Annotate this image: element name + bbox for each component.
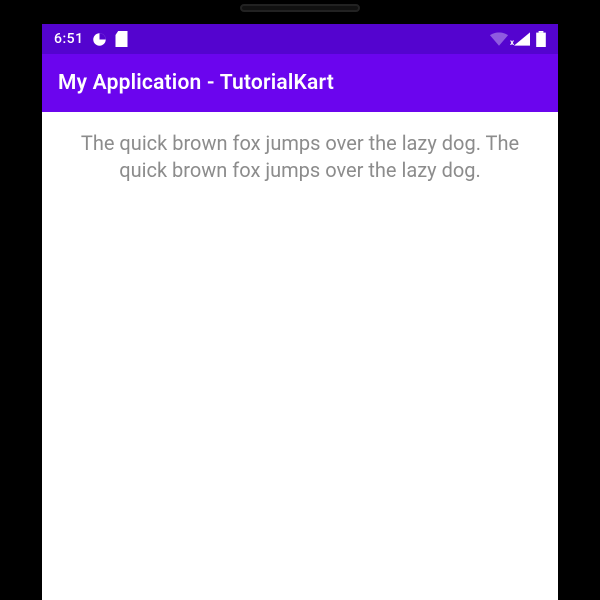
app-bar: My Application - TutorialKart — [42, 54, 558, 112]
status-left: 6:51 — [54, 31, 128, 47]
sd-card-icon — [115, 31, 128, 47]
body-text: The quick brown fox jumps over the lazy … — [64, 130, 536, 184]
content-area: The quick brown fox jumps over the lazy … — [42, 112, 558, 600]
status-right: x — [490, 31, 546, 47]
device-screen: 6:51 — [42, 24, 558, 600]
signal-icon: x — [514, 32, 530, 46]
status-clock: 6:51 — [54, 31, 84, 47]
app-title: My Application - TutorialKart — [58, 71, 334, 95]
status-bar: 6:51 — [42, 24, 558, 54]
battery-icon — [536, 31, 546, 47]
device-speaker — [240, 4, 360, 12]
pie-icon — [92, 32, 107, 47]
wifi-icon — [490, 32, 508, 46]
device-frame: 6:51 — [0, 0, 600, 600]
signal-x-badge: x — [510, 38, 514, 47]
